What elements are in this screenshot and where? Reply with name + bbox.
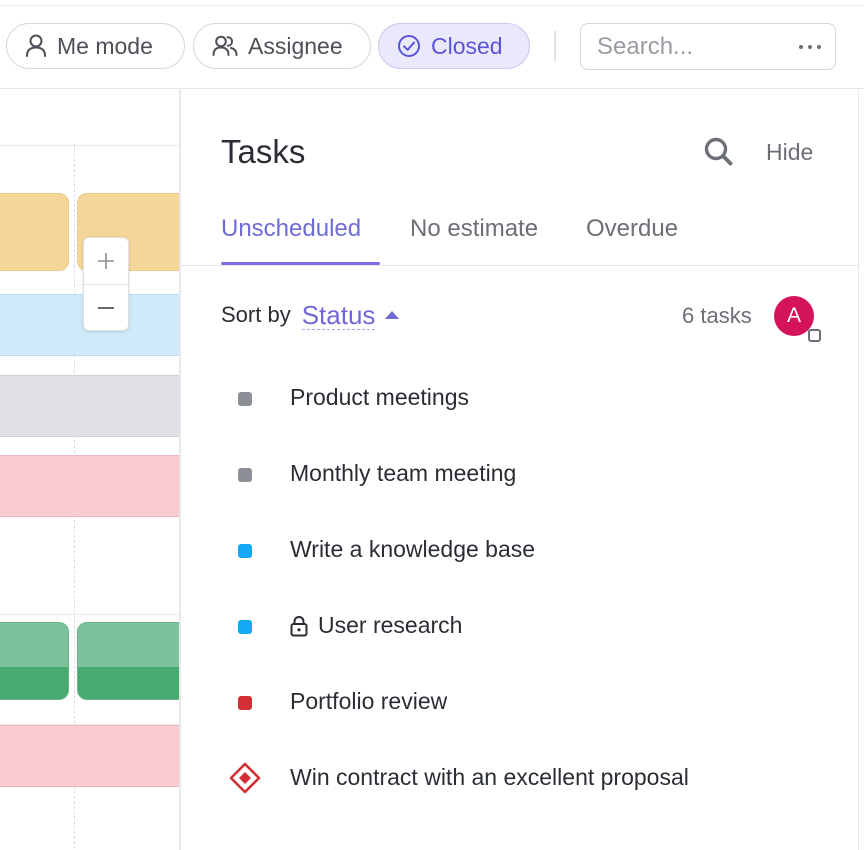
timeline-task-bar[interactable] <box>0 622 69 700</box>
search-box <box>580 23 836 70</box>
status-square-icon <box>238 468 252 482</box>
task-name: Monthly team meeting <box>290 460 517 486</box>
ellipsis-icon[interactable] <box>795 36 825 58</box>
caret-up-icon[interactable] <box>385 311 400 319</box>
filter-toolbar: Me mode Assignee Closed <box>0 0 864 89</box>
person-icon <box>26 34 46 57</box>
timeline-task-bar[interactable] <box>0 375 179 437</box>
tab-unscheduled[interactable]: Unscheduled <box>221 215 361 243</box>
avatar-initial: A <box>786 304 801 327</box>
minus-icon <box>98 307 114 309</box>
people-icon <box>212 35 238 56</box>
tab-no-estimate[interactable]: No estimate <box>410 215 538 243</box>
zoom-in-button[interactable] <box>84 238 128 285</box>
task-name: Win contract with an excellent proposal <box>290 764 689 790</box>
assignee-label: Assignee <box>248 32 343 59</box>
sort-status-dropdown[interactable]: Status <box>301 301 376 330</box>
me-mode-button[interactable]: Me mode <box>6 23 185 69</box>
status-square-icon <box>238 696 252 710</box>
avatar-status-icon <box>808 329 821 342</box>
timeline-task-bar[interactable] <box>0 193 69 271</box>
me-mode-label: Me mode <box>57 32 153 59</box>
sort-control: Sort by Status <box>221 299 400 331</box>
search-input[interactable] <box>595 31 779 63</box>
assignee-button[interactable]: Assignee <box>193 23 371 69</box>
hide-button[interactable]: Hide <box>766 139 813 166</box>
timeline-task-bar[interactable] <box>0 725 179 787</box>
panel-edge <box>858 88 859 850</box>
check-circle-icon <box>398 35 420 57</box>
task-count: 6 tasks <box>682 303 752 328</box>
task-item[interactable]: User research <box>221 606 841 646</box>
task-item[interactable]: Monthly team meeting <box>221 454 841 494</box>
timeline-gridline <box>0 614 179 615</box>
timeline-task-bar[interactable] <box>77 622 179 700</box>
timeline-task-bar[interactable] <box>0 455 179 517</box>
task-item[interactable]: Product meetings <box>221 378 841 418</box>
plus-icon <box>98 253 114 269</box>
task-item[interactable]: Win contract with an excellent proposal <box>221 758 841 798</box>
lock-icon <box>290 615 308 637</box>
toolbar-separator <box>554 31 556 61</box>
closed-filter-button[interactable]: Closed <box>378 23 530 69</box>
task-name: Product meetings <box>290 384 469 410</box>
task-item[interactable]: Portfolio review <box>221 682 841 722</box>
active-tab-indicator <box>221 262 380 265</box>
toolbar-top-line <box>0 5 864 6</box>
search-icon[interactable] <box>702 135 736 169</box>
timeline-gridline <box>0 145 179 146</box>
status-square-icon <box>238 620 252 634</box>
sort-label: Sort by <box>221 302 291 327</box>
panel-title: Tasks <box>221 133 306 170</box>
progress-fill <box>0 667 68 699</box>
tab-overdue[interactable]: Overdue <box>586 215 678 243</box>
milestone-diamond-icon <box>229 762 261 794</box>
progress-fill <box>78 667 179 699</box>
status-square-icon <box>238 392 252 406</box>
task-name: Write a knowledge base <box>290 536 536 562</box>
status-square-icon <box>238 544 252 558</box>
task-item[interactable]: Write a knowledge base <box>221 530 841 570</box>
task-name: Portfolio review <box>290 688 448 714</box>
timeline-canvas[interactable] <box>0 89 179 850</box>
zoom-out-button[interactable] <box>84 285 128 331</box>
task-name: User research <box>318 612 463 638</box>
zoom-control <box>83 237 129 331</box>
closed-filter-label: Closed <box>431 32 503 59</box>
avatar[interactable]: A <box>774 296 821 342</box>
tasks-panel: Tasks Hide Unscheduled No estimate Overd… <box>181 89 858 850</box>
task-tabs: Unscheduled No estimate Overdue <box>181 207 858 266</box>
